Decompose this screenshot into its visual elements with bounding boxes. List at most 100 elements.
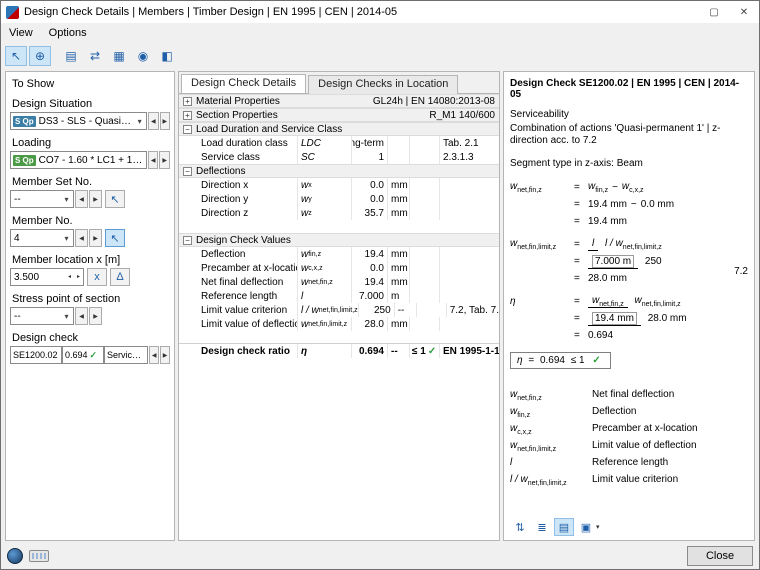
design-situation-select[interactable]: S Qp DS3 - SLS - Quasi-permanent ▾	[10, 112, 147, 130]
chart-icon[interactable]: ▦	[108, 46, 130, 66]
settings-icon[interactable]: ◧	[156, 46, 178, 66]
prev-design-check-button[interactable]: ◀	[149, 346, 159, 364]
select-check-icon[interactable]: ↖	[5, 46, 27, 66]
next-stress-point-button[interactable]: ▶	[89, 307, 102, 325]
relations-icon[interactable]: ⇅	[510, 518, 530, 536]
table-row[interactable]: Direction x wx 0.0 mm	[179, 178, 499, 192]
table-row-design-check-values-group[interactable]: − Design Check Values	[179, 233, 499, 247]
stress-point-value: --	[12, 311, 60, 322]
pick-member-icon[interactable]: ↖	[105, 229, 125, 247]
table-row[interactable]: Limit value of deflection wnet,fin,limit…	[179, 317, 499, 331]
design-check-ratio[interactable]: 0.694 ✓	[62, 346, 104, 364]
content-area: To Show Design Situation S Qp DS3 - SLS …	[1, 69, 759, 543]
chevron-down-icon[interactable]: ▾	[133, 117, 146, 126]
member-value: 4	[12, 233, 60, 244]
maximize-button[interactable]: ▢	[699, 1, 729, 23]
check-icon: ✓	[88, 350, 98, 361]
table-row-design-check-ratio[interactable]: Design check ratio η 0.694 -- ≤ 1 ✓ EN 1…	[179, 344, 499, 358]
member-label: Member No.	[12, 215, 170, 227]
chevron-down-icon[interactable]: ▾	[60, 195, 73, 204]
design-check-code[interactable]: SE1200.02	[10, 346, 62, 364]
chevron-down-icon[interactable]: ▾	[60, 234, 73, 243]
member-select[interactable]: 4 ▾	[10, 229, 74, 247]
table-row[interactable]: Deflection wfin,z 19.4 mm	[179, 247, 499, 261]
expand-icon[interactable]: +	[183, 97, 192, 106]
expand-icon[interactable]: +	[183, 111, 192, 120]
table-row[interactable]: Precamber at x-location wc,x,z 0.0 mm	[179, 261, 499, 275]
stress-point-select[interactable]: -- ▾	[10, 307, 74, 325]
table-row-load-duration-group[interactable]: − Load Duration and Service Class	[179, 122, 499, 136]
prev-loading-button[interactable]: ◀	[148, 151, 159, 169]
print-dropdown-icon[interactable]: ▾	[596, 523, 600, 531]
details-view-icon[interactable]: ▤	[554, 518, 574, 536]
segment-type-line: Segment type in z-axis: Beam	[510, 158, 748, 169]
loading-select[interactable]: S Qp CO7 - 1.60 * LC1 + 1.48 * LC2...	[10, 151, 147, 169]
table-row-material[interactable]: + Material Properties GL24h | EN 14080:2…	[179, 94, 499, 108]
table-row[interactable]: Limit value criterion l / wnet,fin,limit…	[179, 303, 499, 317]
symbol-legend: wnet,fin,z Net final deflection wfin,z D…	[510, 385, 748, 491]
menu-bar: View Options	[1, 23, 759, 43]
collapse-icon[interactable]: −	[183, 125, 192, 134]
to-show-panel: To Show Design Situation S Qp DS3 - SLS …	[5, 71, 175, 541]
menu-view[interactable]: View	[1, 25, 41, 41]
table-row[interactable]: Service class SC 1 2.3.1.3	[179, 150, 499, 164]
report-icon[interactable]: ▤	[60, 46, 82, 66]
units-icon[interactable]: ⇄	[84, 46, 106, 66]
chevron-down-icon[interactable]: ▾	[60, 312, 73, 321]
tab-design-check-details[interactable]: Design Check Details	[181, 74, 306, 93]
window-title: Design Check Details | Members | Timber …	[24, 6, 699, 18]
table-row[interactable]: Reference length l 7.000 m	[179, 289, 499, 303]
table-row[interactable]: Direction z wz 35.7 mm	[179, 206, 499, 220]
formula-toolbar: ⇅ ≣ ▤ ▣ ▾	[510, 512, 748, 536]
pick-member-set-icon[interactable]: ↖	[105, 190, 125, 208]
design-situation-value: DS3 - SLS - Quasi-permanent	[37, 116, 133, 127]
collapse-icon[interactable]: −	[183, 236, 192, 245]
info-icon[interactable]: ◉	[132, 46, 154, 66]
next-member-set-button[interactable]: ▶	[89, 190, 102, 208]
combination-line: Combination of actions 'Quasi-permanent …	[510, 123, 748, 147]
design-check-label: Design check	[12, 332, 170, 344]
x-location-icon[interactable]: x	[87, 268, 107, 286]
legend-icon[interactable]: ≣	[532, 518, 552, 536]
find-location-icon[interactable]: ⊕	[29, 46, 51, 66]
prev-design-situation-button[interactable]: ◀	[148, 112, 158, 130]
table-row-section[interactable]: + Section Properties R_M1 140/600	[179, 108, 499, 122]
tab-design-checks-in-location[interactable]: Design Checks in Location	[308, 75, 458, 94]
prev-member-set-button[interactable]: ◀	[75, 190, 88, 208]
serviceability-line: Serviceability	[510, 109, 748, 121]
check-icon: ✓	[590, 355, 600, 366]
print-icon[interactable]: ▣	[576, 518, 596, 536]
close-button[interactable]: Close	[687, 546, 753, 566]
next-design-situation-button[interactable]: ▶	[160, 112, 170, 130]
member-location-value: 3.500	[12, 272, 65, 283]
location-step-back-icon[interactable]: ◂	[65, 269, 74, 285]
prev-member-button[interactable]: ◀	[75, 229, 88, 247]
loading-label: Loading	[12, 137, 170, 149]
next-member-button[interactable]: ▶	[89, 229, 102, 247]
member-set-value: --	[12, 194, 60, 205]
next-loading-button[interactable]: ▶	[159, 151, 170, 169]
location-step-forward-icon[interactable]: ▸	[74, 269, 83, 285]
table-row[interactable]: Net final deflection wnet,fin,z 19.4 mm	[179, 275, 499, 289]
table-row-deflections-group[interactable]: − Deflections	[179, 164, 499, 178]
delta-x-icon[interactable]: Δ	[110, 268, 130, 286]
close-window-button[interactable]: ✕	[729, 1, 759, 23]
keyboard-icon[interactable]	[29, 550, 49, 562]
footer-bar: Close	[1, 543, 759, 569]
prev-stress-point-button[interactable]: ◀	[75, 307, 88, 325]
help-globe-icon[interactable]	[7, 548, 23, 564]
table-row[interactable]: Direction y wy 0.0 mm	[179, 192, 499, 206]
member-location-input[interactable]: 3.500 ◂ ▸	[10, 268, 84, 286]
title-bar[interactable]: Design Check Details | Members | Timber …	[1, 1, 759, 23]
menu-options[interactable]: Options	[41, 25, 95, 41]
design-check-formula-panel: Design Check SE1200.02 | EN 1995 | CEN |…	[503, 71, 755, 541]
member-set-select[interactable]: -- ▾	[10, 190, 74, 208]
spacer-row	[179, 331, 499, 344]
formula-block: 7.2 wnet,fin,z = wfin,z − wc,x,z = 19.4 …	[510, 177, 748, 371]
design-situation-badge: S Qp	[13, 116, 36, 127]
design-check-status[interactable]: Serviceabili...	[104, 346, 148, 364]
collapse-icon[interactable]: −	[183, 167, 192, 176]
design-check-details-dialog: Design Check Details | Members | Timber …	[0, 0, 760, 570]
table-row[interactable]: Load duration class LDC Long-term Tab. 2…	[179, 136, 499, 150]
next-design-check-button[interactable]: ▶	[160, 346, 170, 364]
